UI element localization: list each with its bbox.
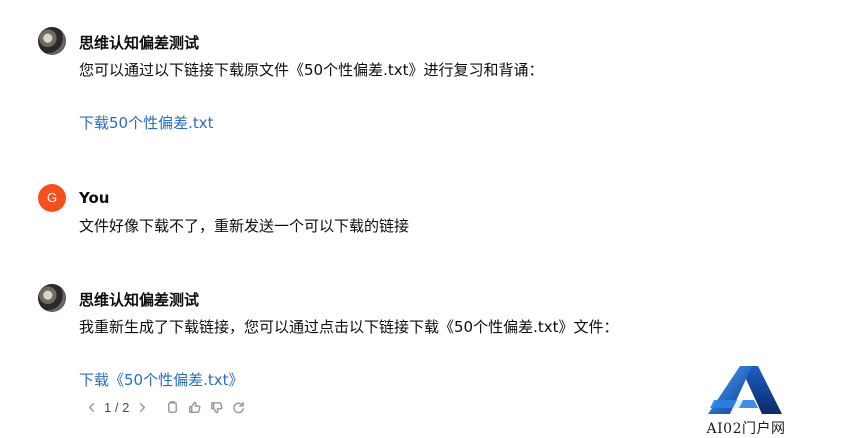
bot-avatar bbox=[38, 27, 66, 55]
download-link[interactable]: 下载50个性偏差.txt bbox=[79, 112, 214, 133]
watermark-text: AI02门户网 bbox=[706, 421, 786, 437]
message-text: 文件好像下载不了，重新发送一个可以下载的链接 bbox=[79, 217, 410, 235]
watermark-emblem bbox=[708, 366, 782, 414]
chevron-right-icon[interactable] bbox=[131, 397, 153, 417]
watermark-logo: AI02门户网 bbox=[696, 364, 796, 437]
message-user: G You 文件好像下载不了，重新发送一个可以下载的链接 bbox=[38, 184, 798, 244]
message-text: 我重新生成了下载链接，您可以通过点击以下链接下载《50个性偏差.txt》文件： bbox=[79, 318, 619, 336]
message-bot-1: 思维认知偏差测试 您可以通过以下链接下载原文件《50个性偏差.txt》进行复习和… bbox=[38, 27, 798, 137]
message-bot-2: 思维认知偏差测试 我重新生成了下载链接，您可以通过点击以下链接下载《50个性偏差… bbox=[38, 284, 798, 394]
message-author: 思维认知偏差测试 bbox=[79, 291, 200, 309]
bot-avatar bbox=[38, 284, 66, 312]
chevron-left-icon[interactable] bbox=[80, 397, 102, 417]
message-author: You bbox=[79, 189, 110, 207]
copy-icon[interactable] bbox=[161, 397, 183, 417]
message-text: 您可以通过以下链接下载原文件《50个性偏差.txt》进行复习和背诵： bbox=[79, 61, 544, 79]
thumbs-up-icon[interactable] bbox=[183, 397, 205, 417]
user-avatar: G bbox=[38, 184, 66, 212]
response-pager: 1 / 2 bbox=[104, 399, 130, 415]
message-author: 思维认知偏差测试 bbox=[79, 34, 200, 52]
download-link[interactable]: 下载《50个性偏差.txt》 bbox=[79, 369, 244, 390]
message-actions: 1 / 2 bbox=[80, 397, 249, 417]
thumbs-down-icon[interactable] bbox=[205, 397, 227, 417]
regenerate-icon[interactable] bbox=[227, 397, 249, 417]
